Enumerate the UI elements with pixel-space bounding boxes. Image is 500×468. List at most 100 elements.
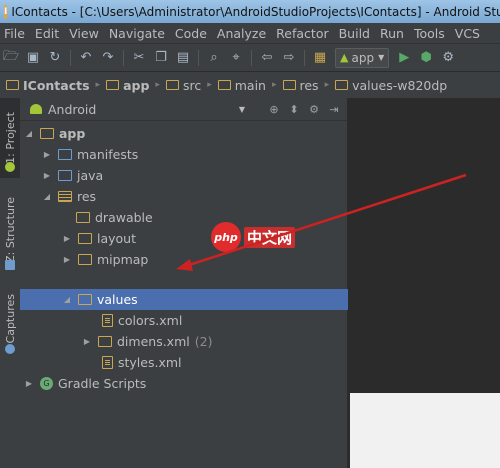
tree-item-label: colors.xml xyxy=(118,313,183,328)
open-folder-icon[interactable]: 🗁 xyxy=(3,49,19,66)
save-icon[interactable]: ▣ xyxy=(25,50,41,66)
menu-file[interactable]: File xyxy=(0,26,30,41)
collapsed-arrow-icon[interactable]: ▶ xyxy=(42,171,52,180)
menu-analyze[interactable]: Analyze xyxy=(212,26,271,41)
tree-item-label: styles.xml xyxy=(118,355,182,370)
tree-item-mipmap[interactable]: ▶ mipmap xyxy=(20,249,389,270)
tree-item-drawable[interactable]: drawable xyxy=(20,207,397,228)
expand-arrow-icon[interactable]: ◢ xyxy=(62,295,72,304)
breadcrumb-label: main xyxy=(234,77,266,93)
collapsed-arrow-icon[interactable]: ▶ xyxy=(62,234,72,243)
camera-icon xyxy=(5,344,15,354)
folder-icon xyxy=(217,80,231,90)
back-icon[interactable]: ⇦ xyxy=(259,50,275,66)
run-icon[interactable]: ▶ xyxy=(396,50,412,66)
breadcrumb-label: res xyxy=(299,77,319,93)
project-panel: Android ▼ ⊕ ⬍ ⚙ ⇥ ◢ app ▶ manifests ▶ ja… xyxy=(20,98,389,468)
tree-item-label: values xyxy=(97,292,138,307)
collapsed-arrow-icon[interactable]: ▶ xyxy=(82,337,92,346)
tree-item-label: res xyxy=(77,189,97,204)
menu-edit[interactable]: Edit xyxy=(30,26,64,41)
scroll-from-source-icon[interactable]: ⊕ xyxy=(267,102,281,116)
watermark-logo: php 中文网 xyxy=(211,222,296,252)
toolbar-divider xyxy=(251,49,252,66)
tree-item-label: drawable xyxy=(95,210,153,225)
collapse-all-icon[interactable]: ⬍ xyxy=(287,102,301,116)
toolbar-divider xyxy=(198,49,199,66)
watermark-text: 中文网 xyxy=(244,226,296,248)
find-icon[interactable]: ⌕ xyxy=(206,50,222,66)
menu-refactor[interactable]: Refactor xyxy=(271,26,333,41)
run-config-select[interactable]: ▲ app ▼ xyxy=(335,47,390,68)
paste-icon[interactable]: ▤ xyxy=(175,50,191,66)
structure-icon xyxy=(5,260,15,270)
tree-item-label: app xyxy=(59,126,86,141)
tree-item-java[interactable]: ▶ java xyxy=(20,165,369,186)
folder-icon xyxy=(78,233,92,244)
expand-arrow-icon[interactable]: ◢ xyxy=(24,129,34,138)
collapsed-arrow-icon[interactable]: ▶ xyxy=(42,150,52,159)
collapsed-arrow-icon[interactable]: ▶ xyxy=(24,379,34,388)
project-view-select[interactable]: Android xyxy=(48,102,96,117)
resource-folder-icon xyxy=(58,191,72,202)
folder-icon xyxy=(58,149,72,160)
breadcrumb-separator-icon: ▸ xyxy=(324,80,330,90)
tree-item-res[interactable]: ◢ res xyxy=(20,186,369,207)
toolbar-divider xyxy=(123,49,124,66)
attach-debugger-icon[interactable]: ⚙ xyxy=(440,50,456,66)
tree-item-gradle-scripts[interactable]: ▶ G Gradle Scripts xyxy=(20,373,351,394)
project-folder-icon xyxy=(6,80,19,90)
settings-gear-icon[interactable]: ⚙ xyxy=(307,102,321,116)
breadcrumb-separator-icon: ▸ xyxy=(155,80,160,90)
tree-item-label: mipmap xyxy=(97,252,149,267)
breadcrumb-item[interactable]: src ▸ xyxy=(165,77,212,93)
module-folder-icon xyxy=(40,128,54,139)
menu-build[interactable]: Build xyxy=(334,26,375,41)
forward-icon[interactable]: ⇨ xyxy=(281,50,297,66)
project-panel-header: Android ▼ ⊕ ⬍ ⚙ ⇥ xyxy=(20,98,347,121)
expand-arrow-icon[interactable]: ◢ xyxy=(42,192,52,201)
tab-captures-label: Captures xyxy=(3,294,17,344)
captures-tab-icon xyxy=(0,342,20,356)
tree-item-layout[interactable]: ▶ layout xyxy=(20,228,389,249)
android-icon xyxy=(5,162,15,172)
tree-item-values[interactable]: ◢ values xyxy=(20,289,389,310)
folder-icon xyxy=(76,212,90,223)
folder-icon xyxy=(78,294,92,305)
menu-navigate[interactable]: Navigate xyxy=(104,26,170,41)
file-count-badge: (2) xyxy=(194,334,213,349)
chevron-down-icon: ▼ xyxy=(378,53,385,62)
menu-view[interactable]: View xyxy=(64,26,104,41)
cut-icon[interactable]: ✂ xyxy=(131,50,147,66)
tree-item-app[interactable]: ◢ app xyxy=(20,123,351,144)
hide-panel-icon[interactable]: ⇥ xyxy=(327,102,341,116)
xml-file-icon xyxy=(102,356,113,369)
chevron-down-icon[interactable]: ▼ xyxy=(239,105,245,114)
structure-tab-icon xyxy=(0,258,20,272)
tree-item-manifests[interactable]: ▶ manifests xyxy=(20,144,369,165)
menu-vcs[interactable]: VCS xyxy=(450,26,485,41)
breadcrumb-item[interactable]: values-w820dp xyxy=(335,78,447,93)
gradle-icon: G xyxy=(40,377,53,390)
breadcrumb-label: IContacts xyxy=(23,77,90,93)
breadcrumb-item[interactable]: IContacts ▸ xyxy=(6,78,100,93)
tab-captures[interactable]: Captures xyxy=(0,288,20,350)
breadcrumb-item[interactable]: main ▸ xyxy=(217,77,277,93)
debug-icon[interactable]: ⬢ xyxy=(418,50,434,66)
undo-icon[interactable]: ↶ xyxy=(78,50,94,66)
menu-run[interactable]: Run xyxy=(375,26,409,41)
breadcrumb-separator-icon: ▸ xyxy=(271,80,277,90)
breadcrumb-item[interactable]: res ▸ xyxy=(282,77,330,93)
replace-icon[interactable]: ⌖ xyxy=(228,50,244,66)
breadcrumb-label: src xyxy=(182,77,202,93)
sync-icon[interactable]: ↻ xyxy=(47,50,63,66)
build-icon[interactable]: ▦ xyxy=(312,50,328,66)
tree-item-label: Gradle Scripts xyxy=(58,376,147,391)
collapsed-arrow-icon[interactable]: ▶ xyxy=(62,255,72,264)
breadcrumb-separator-icon: ▸ xyxy=(207,80,212,90)
menu-code[interactable]: Code xyxy=(170,26,212,41)
copy-icon[interactable]: ❐ xyxy=(153,50,169,66)
breadcrumb-item[interactable]: app ▸ xyxy=(106,78,160,93)
menu-tools[interactable]: Tools xyxy=(409,26,450,41)
redo-icon[interactable]: ↷ xyxy=(100,50,116,66)
